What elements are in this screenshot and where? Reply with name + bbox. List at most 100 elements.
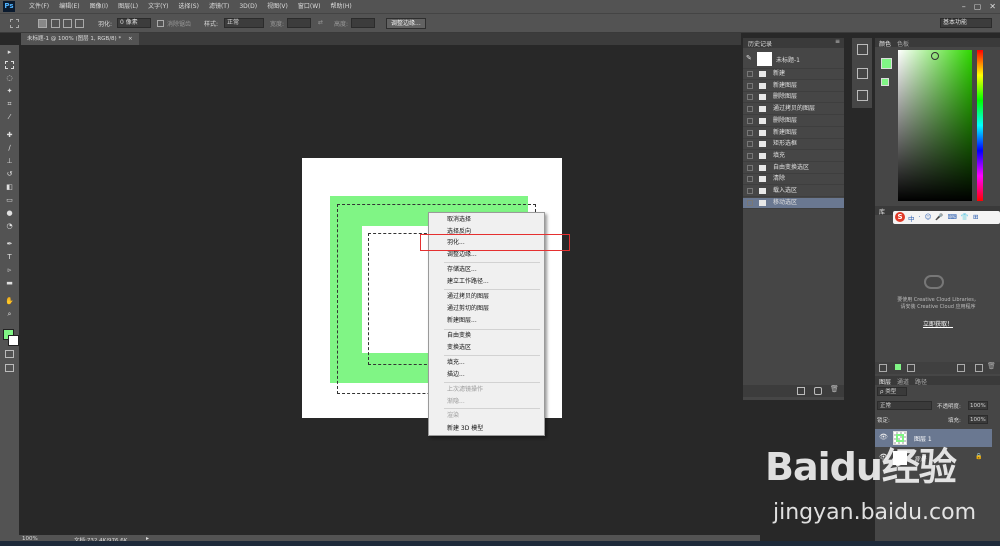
context-menu-item[interactable]: 填充... bbox=[447, 359, 465, 367]
ime-item[interactable]: 中 bbox=[908, 213, 915, 223]
context-menu-item[interactable]: 变换选区 bbox=[447, 344, 471, 352]
history-brush-source-box[interactable] bbox=[747, 117, 753, 124]
history-state[interactable]: 新建图层 bbox=[743, 81, 844, 92]
history-dock-icon[interactable] bbox=[857, 44, 868, 55]
intersect-selection-icon[interactable] bbox=[75, 19, 84, 28]
workspace-select[interactable]: 基本功能 bbox=[940, 18, 992, 28]
menu-item[interactable]: 图层(L) bbox=[113, 0, 143, 13]
style-select[interactable]: 正常 bbox=[224, 18, 264, 28]
history-state[interactable]: 矩形选框 bbox=[743, 139, 844, 151]
context-menu-item[interactable]: 通过剪切的图层 bbox=[447, 305, 489, 313]
context-menu-item[interactable]: 通过拷贝的图层 bbox=[447, 293, 489, 301]
history-brush-source-box[interactable] bbox=[747, 129, 753, 136]
width-input[interactable] bbox=[287, 18, 311, 28]
quick-mask-icon[interactable] bbox=[5, 350, 14, 358]
feather-input[interactable]: 0 像素 bbox=[117, 18, 151, 28]
dodge-tool-icon[interactable]: ◔ bbox=[5, 222, 14, 230]
history-brush-source-box[interactable] bbox=[747, 188, 753, 194]
ime-item[interactable]: ☺ bbox=[925, 213, 932, 223]
library-delete-icon[interactable]: 🗑 bbox=[987, 362, 996, 370]
new-snapshot-icon[interactable] bbox=[814, 387, 822, 395]
swap-icon[interactable]: ⇄ bbox=[318, 19, 323, 26]
properties-dock-icon[interactable] bbox=[857, 68, 868, 79]
history-brush-source-box[interactable] bbox=[747, 141, 753, 148]
clone-stamp-icon[interactable]: ⊥ bbox=[5, 157, 14, 165]
tab-channels[interactable]: 通道 bbox=[897, 377, 909, 386]
screen-mode-icon[interactable] bbox=[5, 364, 14, 372]
eyedropper-tool-icon[interactable]: ⁄ bbox=[5, 113, 14, 121]
lasso-tool-icon[interactable]: ◌ bbox=[5, 74, 14, 82]
ime-item[interactable]: ⌨ bbox=[947, 213, 956, 223]
history-brush-source-box[interactable] bbox=[747, 71, 753, 77]
hue-slider[interactable] bbox=[977, 50, 983, 201]
history-brush-icon[interactable]: ↺ bbox=[5, 170, 14, 178]
context-menu-item[interactable]: 存储选区... bbox=[447, 266, 477, 274]
menu-item[interactable]: 文字(Y) bbox=[143, 0, 173, 13]
color-picker-ring[interactable] bbox=[931, 52, 939, 60]
library-add-icon[interactable] bbox=[907, 364, 915, 372]
crop-tool-icon[interactable]: ⌗ bbox=[5, 100, 14, 108]
subtract-selection-icon[interactable] bbox=[63, 19, 72, 28]
type-tool-icon[interactable]: T bbox=[5, 253, 14, 261]
gradient-tool-icon[interactable]: ▭ bbox=[5, 196, 14, 204]
context-menu-item[interactable]: 取消选择 bbox=[447, 216, 471, 224]
add-selection-icon[interactable] bbox=[51, 19, 60, 28]
library-sync-icon[interactable] bbox=[957, 364, 965, 372]
menu-item[interactable]: 图像(I) bbox=[85, 0, 113, 13]
color-field[interactable] bbox=[898, 50, 972, 201]
path-select-icon[interactable]: ▹ bbox=[5, 266, 14, 274]
ime-item[interactable]: · bbox=[919, 213, 921, 223]
eraser-tool-icon[interactable]: ◧ bbox=[5, 183, 14, 191]
opacity-input[interactable]: 100% bbox=[968, 401, 988, 410]
history-brush-source-icon[interactable]: ✎ bbox=[746, 54, 752, 62]
context-menu-item[interactable]: 新建图层... bbox=[447, 317, 477, 325]
quick-select-tool-icon[interactable]: ✦ bbox=[5, 87, 14, 95]
history-brush-source-box[interactable] bbox=[747, 106, 753, 113]
menu-item[interactable]: 视图(V) bbox=[262, 0, 293, 13]
ime-item[interactable]: 👕 bbox=[961, 213, 969, 223]
history-brush-source-box[interactable] bbox=[747, 152, 753, 159]
context-menu-item[interactable]: 描边... bbox=[447, 371, 465, 379]
antialias-checkbox[interactable] bbox=[157, 20, 164, 27]
ime-item[interactable]: 🎤 bbox=[935, 213, 943, 223]
context-menu-item[interactable]: 自由变换 bbox=[447, 332, 471, 340]
history-state[interactable]: 载入选区 bbox=[743, 186, 844, 197]
context-menu-item[interactable]: 新建 3D 模型 bbox=[447, 425, 483, 433]
context-menu-item[interactable]: 调整边缘... bbox=[447, 251, 477, 259]
get-it-now-link[interactable]: 立即获取！ bbox=[876, 319, 1000, 328]
history-state[interactable]: 通过拷贝的图层 bbox=[743, 104, 844, 116]
blend-mode-select[interactable]: 正常 bbox=[877, 401, 932, 410]
history-brush-source-box[interactable] bbox=[747, 82, 753, 89]
refine-edge-button[interactable]: 调整边缘... bbox=[386, 18, 426, 29]
ime-item[interactable]: ⊞ bbox=[973, 213, 978, 223]
layer-filter-select[interactable]: ρ 类型 bbox=[877, 387, 907, 396]
new-selection-icon[interactable] bbox=[38, 19, 47, 28]
menu-item[interactable]: 窗口(W) bbox=[293, 0, 326, 13]
height-input[interactable] bbox=[351, 18, 375, 28]
menu-item[interactable]: 滤镜(T) bbox=[204, 0, 234, 13]
menu-item[interactable]: 3D(D) bbox=[234, 0, 262, 13]
shape-tool-icon[interactable]: ▬ bbox=[5, 279, 14, 287]
hand-tool-icon[interactable]: ✋ bbox=[5, 297, 14, 305]
delete-state-icon[interactable]: 🗑 bbox=[830, 385, 839, 393]
brush-tool-icon[interactable]: ∕ bbox=[5, 144, 14, 152]
library-view-icon[interactable] bbox=[879, 364, 887, 372]
menu-item[interactable]: 选择(S) bbox=[173, 0, 204, 13]
library-new-icon[interactable] bbox=[975, 364, 983, 372]
websafe-chip[interactable] bbox=[881, 78, 889, 86]
marquee-tool-icon[interactable] bbox=[5, 61, 14, 69]
zoom-tool-icon[interactable]: ⌕ bbox=[5, 310, 14, 318]
menu-item[interactable]: 文件(F) bbox=[24, 0, 54, 13]
document-tab-close[interactable]: × bbox=[128, 36, 133, 42]
close-button[interactable]: ✕ bbox=[989, 0, 996, 13]
fill-input[interactable]: 100% bbox=[968, 415, 988, 424]
blur-tool-icon[interactable]: ● bbox=[5, 209, 14, 217]
library-color-icon[interactable] bbox=[895, 364, 901, 370]
menu-item[interactable]: 帮助(H) bbox=[326, 0, 357, 13]
history-brush-source-box[interactable] bbox=[747, 94, 753, 101]
history-brush-source-box[interactable] bbox=[747, 164, 753, 171]
move-tool-icon[interactable]: ▸ bbox=[5, 48, 14, 56]
history-state[interactable]: 清除 bbox=[743, 174, 844, 186]
background-color-swatch[interactable] bbox=[8, 335, 19, 346]
menu-item[interactable]: 编辑(E) bbox=[54, 0, 84, 13]
